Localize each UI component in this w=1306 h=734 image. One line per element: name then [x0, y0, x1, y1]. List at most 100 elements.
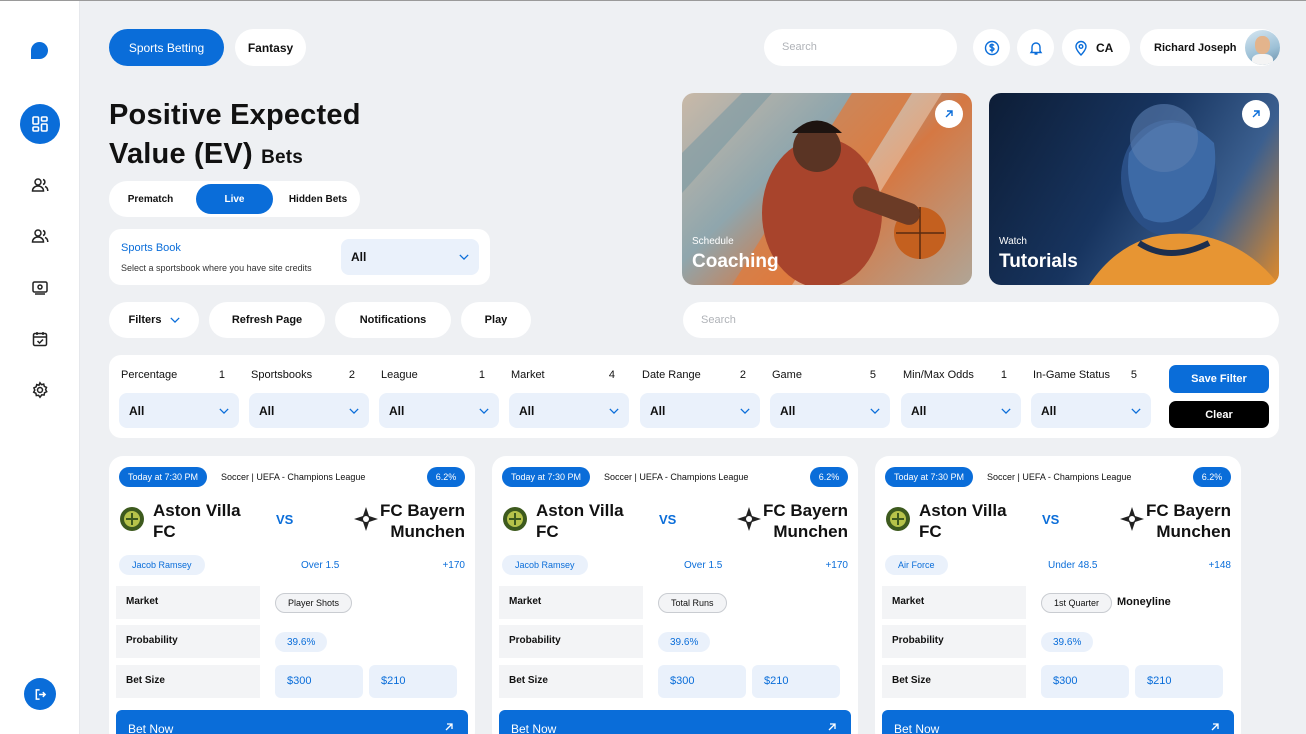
settings-icon[interactable] [20, 370, 60, 410]
player-pill[interactable]: Air Force [885, 555, 948, 575]
filter-date-range-select[interactable]: All [640, 393, 760, 428]
bet-now-button[interactable]: Bet Now [116, 710, 468, 734]
calendar-icon[interactable] [20, 319, 60, 359]
bets-search-input[interactable]: Search [683, 302, 1279, 338]
team-icon[interactable] [20, 216, 60, 256]
filter-in-game-status: In-Game Status 5 All [1021, 355, 1151, 438]
filter-sportsbooks-select[interactable]: All [249, 393, 369, 428]
open-tutorials-button[interactable] [1242, 100, 1270, 128]
page-title-line2: Value (EV) [109, 138, 253, 170]
filter-percentage: Percentage 1 All [109, 355, 239, 438]
filter-name: In-Game Status [1033, 369, 1111, 381]
filter-in-game-status-select[interactable]: All [1031, 393, 1151, 428]
player-pill[interactable]: Jacob Ramsey [119, 555, 205, 575]
filter-market: Market 4 All [499, 355, 629, 438]
player-pill[interactable]: Jacob Ramsey [502, 555, 588, 575]
chevron-down-icon [169, 317, 180, 323]
bet-size-option[interactable]: $210 [752, 665, 840, 698]
filters-button[interactable]: Filters [109, 302, 199, 338]
user-menu[interactable]: Richard Joseph [1140, 29, 1280, 66]
ev-percent-badge: 6.2% [1193, 467, 1231, 487]
promo-coaching[interactable]: Schedule Coaching [682, 93, 972, 285]
promo-coaching-title: Coaching [692, 251, 779, 272]
location-pin-icon [1075, 40, 1087, 56]
page-title-suffix: Bets [261, 147, 304, 168]
filter-name: Game [772, 369, 802, 381]
bet-line: Under 48.5 [1048, 560, 1098, 571]
arrow-up-right-icon [1252, 110, 1260, 118]
home-team-line2: FC [536, 522, 559, 541]
filter-min-max-odds: Min/Max Odds 1 All [891, 355, 1021, 438]
bet-size-option[interactable]: $210 [1135, 665, 1223, 698]
search-input[interactable]: Search [764, 29, 957, 66]
segment-prematch[interactable]: Prematch [112, 184, 189, 214]
play-button[interactable]: Play [461, 302, 531, 338]
logo [31, 42, 48, 59]
filter-league-select[interactable]: All [379, 393, 499, 428]
filter-name: Date Range [642, 369, 701, 381]
dollar-icon [984, 40, 999, 55]
aston-villa-crest-icon [886, 507, 910, 531]
league-label: Soccer | UEFA - Champions League [221, 472, 366, 482]
away-team: FC Bayern Munchen [763, 500, 848, 542]
notification-button[interactable] [1017, 29, 1054, 66]
save-filter-button[interactable]: Save Filter [1169, 365, 1269, 393]
filter-percentage-select[interactable]: All [119, 393, 239, 428]
bet-now-button[interactable]: Bet Now [499, 710, 851, 734]
bet-size-option[interactable]: $210 [369, 665, 457, 698]
home-team-line2: FC [919, 522, 942, 541]
filter-count: 2 [739, 369, 746, 381]
avatar[interactable] [1245, 30, 1280, 65]
notifications-button[interactable]: Notifications [335, 302, 451, 338]
tab-fantasy[interactable]: Fantasy [235, 29, 306, 66]
away-team-line1: FC Bayern [762, 501, 848, 520]
refresh-page-button[interactable]: Refresh Page [209, 302, 325, 338]
clear-filter-button[interactable]: Clear [1169, 401, 1269, 428]
market-extra: Moneyline [1117, 596, 1171, 608]
dashboard-icon[interactable] [20, 104, 60, 144]
bet-size-label: Bet Size [499, 665, 643, 698]
probability-label: Probability [882, 625, 1026, 658]
bet-size-option[interactable]: $300 [1041, 665, 1129, 698]
location-selector[interactable]: CA [1062, 29, 1130, 66]
filter-market-select[interactable]: All [509, 393, 629, 428]
bet-size-option[interactable]: $300 [275, 665, 363, 698]
odds: +170 [442, 560, 465, 571]
vs-label: VS [276, 512, 294, 527]
users-icon[interactable] [20, 165, 60, 205]
bet-size-option[interactable]: $300 [658, 665, 746, 698]
time-badge: Today at 7:30 PM [502, 467, 591, 487]
filter-min-max-odds-select[interactable]: All [901, 393, 1021, 428]
tab-sports-betting[interactable]: Sports Betting [109, 29, 224, 66]
bet-line: Over 1.5 [684, 560, 723, 571]
filter-count: 5 [1130, 369, 1137, 381]
filter-sportsbooks: Sportsbooks 2 All [239, 355, 369, 438]
chevron-down-icon [1131, 407, 1141, 414]
filter-count: 5 [869, 369, 876, 381]
bet-now-label: Bet Now [511, 722, 557, 734]
home-team-line1: Aston Villa [919, 501, 1007, 520]
sidebar [0, 1, 80, 734]
segment-live[interactable]: Live [196, 184, 273, 214]
filter-value: All [519, 403, 535, 418]
dollar-button[interactable] [973, 29, 1010, 66]
sportsbook-select[interactable]: All [341, 239, 479, 275]
logout-button[interactable] [24, 678, 56, 710]
ev-percent-badge: 6.2% [427, 467, 465, 487]
bet-now-button[interactable]: Bet Now [882, 710, 1234, 734]
filter-value: All [911, 403, 927, 418]
segment-hidden-bets[interactable]: Hidden Bets [279, 184, 357, 214]
filter-value: All [650, 403, 666, 418]
filter-bar: Percentage 1 All Sportsbooks 2 All Leagu… [109, 355, 1279, 438]
sportsbook-label: Sports Book [121, 242, 181, 254]
open-coaching-button[interactable] [935, 100, 963, 128]
arrow-up-right-icon [445, 723, 453, 731]
filter-count: 2 [348, 369, 355, 381]
wallet-icon[interactable] [20, 267, 60, 307]
filter-game-select[interactable]: All [770, 393, 890, 428]
chevron-down-icon [479, 407, 489, 414]
promo-tutorials[interactable]: Watch Tutorials [989, 93, 1279, 285]
home-team-line1: Aston Villa [153, 501, 241, 520]
filter-count: 1 [478, 369, 485, 381]
home-team: Aston Villa FC [919, 500, 1007, 542]
